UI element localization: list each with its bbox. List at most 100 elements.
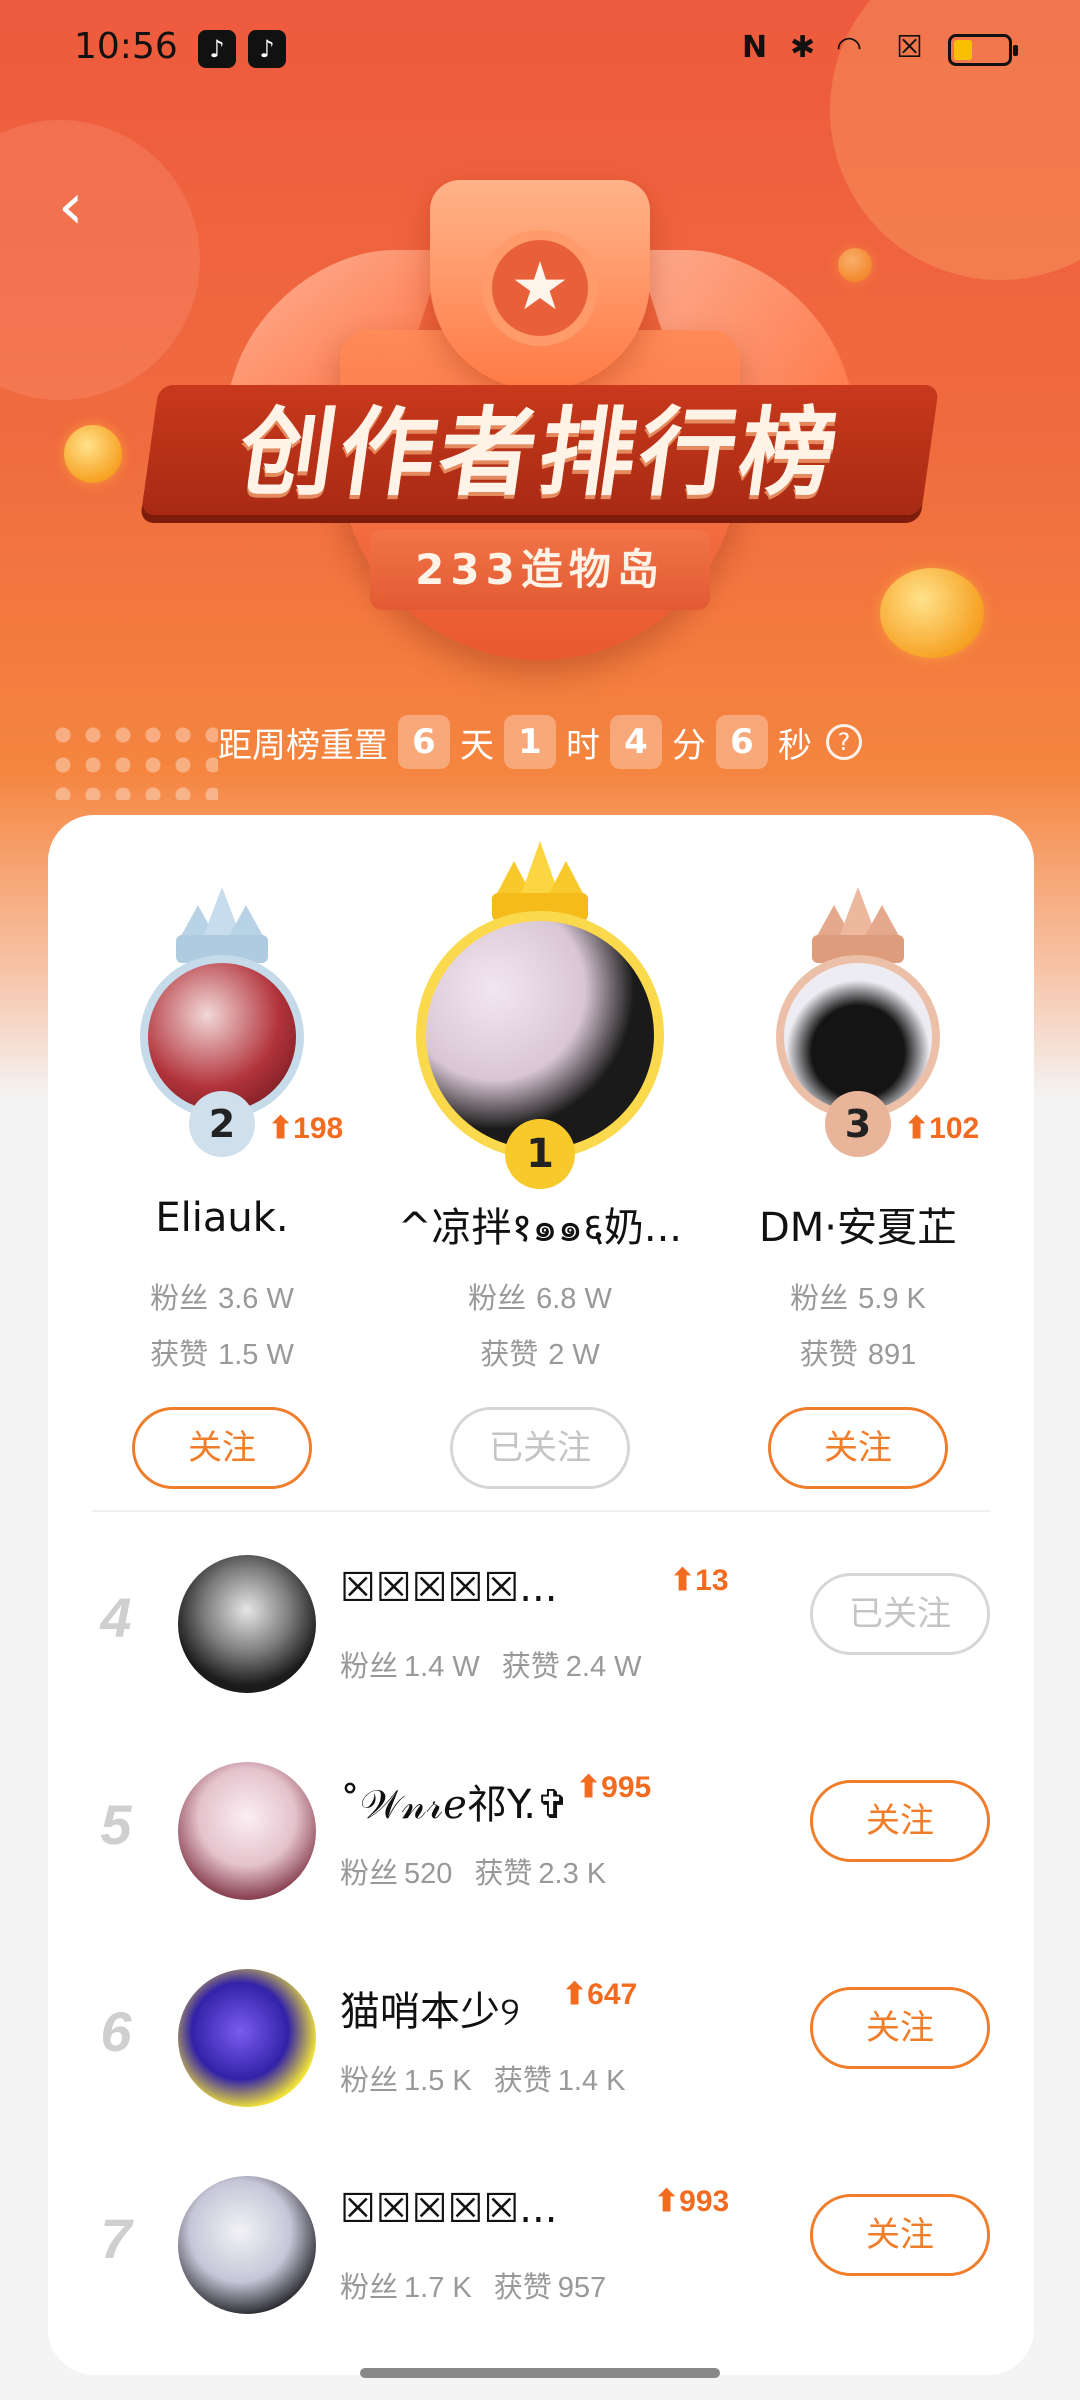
status-time: 10:56: [74, 26, 178, 67]
nfc-icon: N: [742, 30, 768, 65]
up-arrow-icon: ⬆: [562, 1978, 588, 2011]
page-subtitle: 233造物岛: [370, 530, 710, 610]
countdown-seconds-unit: 秒: [778, 725, 812, 766]
likes-stat: 获赞 2 W: [480, 1337, 600, 1371]
followed-button[interactable]: 已关注: [450, 1407, 630, 1489]
up-arrow-icon: ⬆: [654, 2185, 680, 2218]
rank-rise-value: 198: [293, 1112, 344, 1145]
help-icon[interactable]: ?: [826, 724, 862, 760]
status-bar: 10:56 ♪ ♪ N ✱ ◠ ☒: [0, 0, 1080, 100]
rank-rise-value: 102: [929, 1112, 980, 1145]
ranking-card: 2 ⬆198 Eliauk. 粉丝 3.6 W 获赞 1.5 W 关注 1 ^凉拌१…: [48, 815, 1034, 2375]
likes-count: 1.4 K: [557, 2065, 626, 2097]
follow-button[interactable]: 关注: [810, 1780, 990, 1862]
reset-countdown: 距周榜重置 6 天 1 时 4 分 6 秒 ?: [0, 712, 1080, 772]
rank-rise: ⬆198: [268, 1111, 343, 1146]
rank-rise-value: 995: [601, 1771, 652, 1804]
list-item[interactable]: 4 ☒☒☒☒☒... ⬆13 粉丝 1.4 W 获赞 2.4 W 已关注: [48, 1537, 1034, 1707]
coin-decoration: [880, 568, 984, 658]
divider: [92, 1510, 990, 1512]
podium-rank-1: 1 ^凉拌१๑๑६奶... 粉丝 6.8 W 获赞 2 W 已关注: [380, 815, 700, 1495]
creator-name[interactable]: Eliauk.: [62, 1195, 382, 1241]
likes-stat: 获赞 1.5 W: [150, 1337, 294, 1371]
rank-number: 5: [100, 1793, 132, 1856]
creator-stats: 粉丝 1.7 K 获赞 957: [340, 2270, 607, 2304]
countdown-label: 距周榜重置: [218, 725, 388, 766]
rank-rise-value: 993: [679, 2185, 730, 2218]
back-arrow-icon[interactable]: ‹: [58, 172, 118, 242]
fans-count: 1.5 K: [404, 2065, 472, 2097]
list-item[interactable]: 6 猫哨本少୨ ⬆647 粉丝 1.5 K 获赞 1.4 K 关注: [48, 1951, 1034, 2121]
rank-rise: ⬆647: [562, 1977, 637, 2012]
countdown-minutes-unit: 分: [672, 725, 706, 766]
likes-stat: 获赞 891: [799, 1337, 917, 1371]
rank-badge: 2: [189, 1091, 255, 1157]
up-arrow-icon: ⬆: [670, 1564, 696, 1597]
follow-button[interactable]: 关注: [768, 1407, 948, 1489]
list-item[interactable]: 5 ˚𝒲𝓃𝓇ℯ祁Y.✞ ⬆995 粉丝 520 获赞 2.3 K 关注: [48, 1744, 1034, 1914]
fans-stat: 粉丝 5.9 K: [790, 1281, 926, 1315]
rank-rise-value: 647: [587, 1978, 638, 2011]
creator-name[interactable]: ˚𝒲𝓃𝓇ℯ祁Y.✞: [340, 1772, 569, 1830]
fans-count: 3.6 W: [218, 1283, 294, 1315]
bluetooth-icon: ✱: [790, 30, 816, 65]
tiktok-icon: ♪: [198, 30, 236, 68]
follow-button[interactable]: 关注: [810, 1987, 990, 2069]
creator-name[interactable]: DM·安夏芷: [698, 1195, 1018, 1253]
trophy-icon: ★: [430, 180, 650, 390]
list-item[interactable]: 7 ☒☒☒☒☒... ⬆993 粉丝 1.7 K 获赞 957 关注: [48, 2158, 1034, 2328]
countdown-days-unit: 天: [460, 725, 494, 766]
avatar[interactable]: [178, 1555, 316, 1693]
avatar[interactable]: [178, 1969, 316, 2107]
rank-rise: ⬆995: [576, 1770, 651, 1805]
wifi-icon: ◠: [836, 30, 863, 65]
home-indicator[interactable]: [360, 2368, 720, 2378]
likes-count: 2.4 W: [565, 1651, 642, 1683]
tiktok-icon: ♪: [248, 30, 286, 68]
rank-rise: ⬆13: [670, 1563, 729, 1598]
rank-badge: 1: [505, 1119, 575, 1189]
fans-count: 1.7 K: [404, 2272, 472, 2304]
up-arrow-icon: ⬆: [576, 1771, 602, 1804]
follow-button[interactable]: 关注: [132, 1407, 312, 1489]
no-sim-icon: ☒: [896, 30, 923, 65]
creator-name[interactable]: 猫哨本少୨: [340, 1979, 520, 2037]
creator-name[interactable]: ^凉拌१๑๑६奶...: [380, 1195, 700, 1259]
avatar[interactable]: [178, 2176, 316, 2314]
up-arrow-icon: ⬆: [904, 1112, 930, 1145]
countdown-days: 6: [398, 715, 450, 769]
rank-badge: 3: [825, 1091, 891, 1157]
coin-decoration: [64, 425, 122, 483]
creator-name[interactable]: ☒☒☒☒☒...: [340, 1565, 557, 1611]
follow-button[interactable]: 关注: [810, 2194, 990, 2276]
fans-stat: 粉丝 6.8 W: [468, 1281, 612, 1315]
countdown-hours-unit: 时: [566, 725, 600, 766]
podium-rank-2: 2 ⬆198 Eliauk. 粉丝 3.6 W 获赞 1.5 W 关注: [62, 815, 382, 1495]
countdown-seconds: 6: [716, 715, 768, 769]
likes-count: 891: [867, 1339, 917, 1371]
creator-stats: 粉丝 520 获赞 2.3 K: [340, 1856, 607, 1890]
creator-stats: 粉丝 1.5 K 获赞 1.4 K: [340, 2063, 626, 2097]
rank-number: 6: [100, 2000, 132, 2063]
likes-count: 2.3 K: [538, 1858, 607, 1890]
decor-circle: [0, 120, 200, 400]
fans-count: 520: [404, 1858, 453, 1890]
likes-count: 957: [557, 2272, 607, 2304]
creator-stats: 粉丝 1.4 W 获赞 2.4 W: [340, 1649, 642, 1683]
followed-button[interactable]: 已关注: [810, 1573, 990, 1655]
coin-decoration: [838, 248, 872, 282]
rank-rise-value: 13: [695, 1564, 729, 1597]
fans-count: 6.8 W: [536, 1283, 612, 1315]
fans-stat: 粉丝 3.6 W: [150, 1281, 294, 1315]
rank-number: 4: [100, 1586, 132, 1649]
battery-icon: [948, 34, 1018, 66]
creator-name[interactable]: ☒☒☒☒☒...: [340, 2186, 557, 2232]
countdown-hours: 1: [504, 715, 556, 769]
podium-rank-3: 3 ⬆102 DM·安夏芷 粉丝 5.9 K 获赞 891 关注: [698, 815, 1018, 1495]
likes-count: 1.5 W: [218, 1339, 294, 1371]
countdown-minutes: 4: [610, 715, 662, 769]
likes-count: 2 W: [548, 1339, 600, 1371]
avatar[interactable]: [178, 1762, 316, 1900]
fans-count: 5.9 K: [858, 1283, 926, 1315]
rank-rise: ⬆102: [904, 1111, 979, 1146]
